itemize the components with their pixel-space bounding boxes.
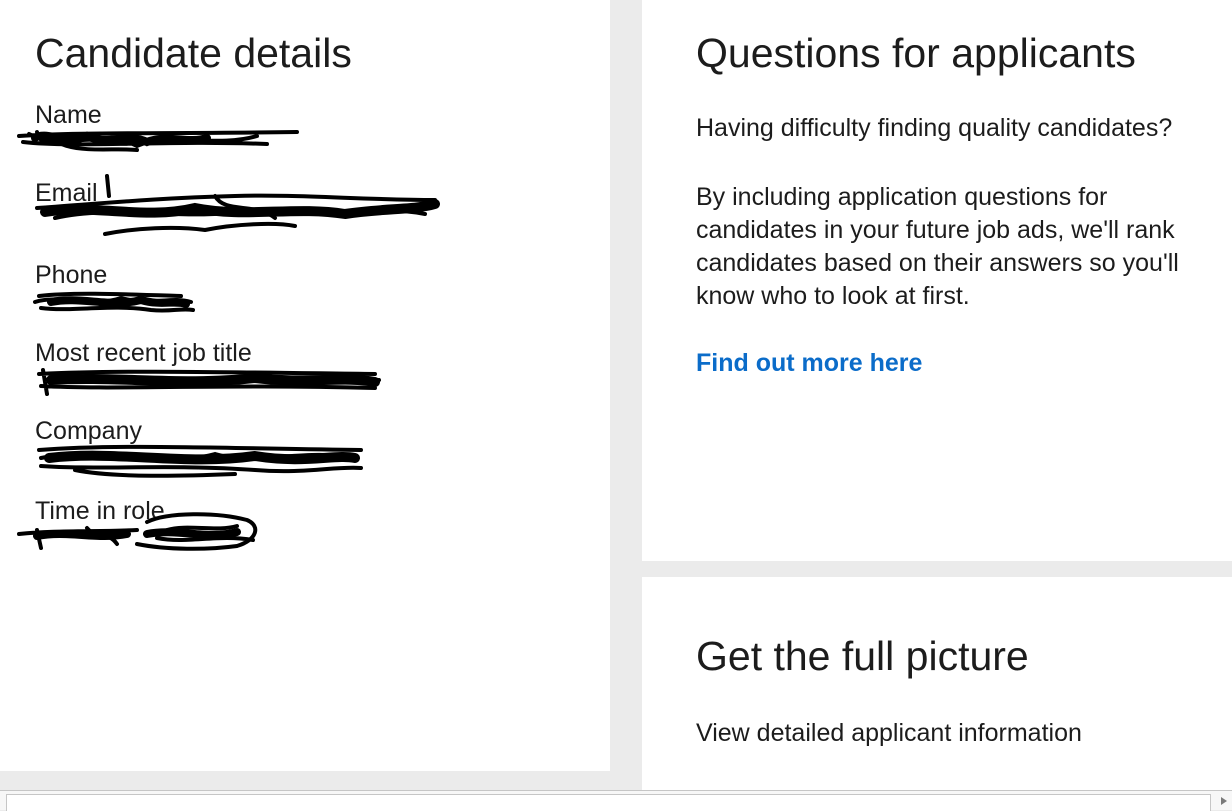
candidate-details-panel: Candidate details Name Email Phone Most … bbox=[0, 0, 610, 771]
email-value[interactable] bbox=[35, 208, 610, 234]
time-in-role-field: Time in role bbox=[17, 496, 610, 552]
questions-intro-text: Having difficulty finding quality candid… bbox=[696, 114, 1173, 142]
full-picture-title: Get the full picture bbox=[696, 633, 1029, 679]
company-field: Company bbox=[35, 416, 610, 478]
name-field: Name bbox=[17, 100, 610, 156]
questions-panel: Questions for applicants Having difficul… bbox=[642, 0, 1232, 561]
time-in-role-label: Time in role bbox=[35, 497, 165, 525]
email-field: Email bbox=[35, 174, 610, 236]
name-value[interactable] bbox=[35, 130, 610, 156]
full-picture-panel: Get the full picture View detailed appli… bbox=[642, 577, 1232, 810]
full-picture-subtitle: View detailed applicant information bbox=[696, 719, 1082, 747]
job-title-label: Most recent job title bbox=[35, 339, 252, 367]
email-label: Email bbox=[35, 179, 98, 207]
name-label: Name bbox=[35, 101, 102, 129]
candidate-details-title: Candidate details bbox=[35, 30, 352, 76]
horizontal-scrollbar[interactable] bbox=[0, 790, 1232, 811]
job-title-value bbox=[35, 368, 610, 394]
time-in-role-value bbox=[35, 526, 610, 552]
phone-field: Phone bbox=[33, 260, 610, 316]
phone-label: Phone bbox=[35, 261, 108, 289]
find-out-more-link[interactable]: Find out more here bbox=[696, 349, 922, 378]
questions-body-text: By including application questions for c… bbox=[696, 183, 1179, 310]
scrollbar-thumb[interactable] bbox=[6, 794, 1211, 811]
questions-title: Questions for applicants bbox=[696, 30, 1136, 76]
company-label: Company bbox=[35, 417, 142, 445]
phone-value bbox=[35, 290, 610, 316]
scroll-right-arrow-icon[interactable] bbox=[1216, 791, 1232, 811]
job-title-field: Most recent job title bbox=[35, 338, 610, 396]
company-value bbox=[35, 446, 610, 472]
